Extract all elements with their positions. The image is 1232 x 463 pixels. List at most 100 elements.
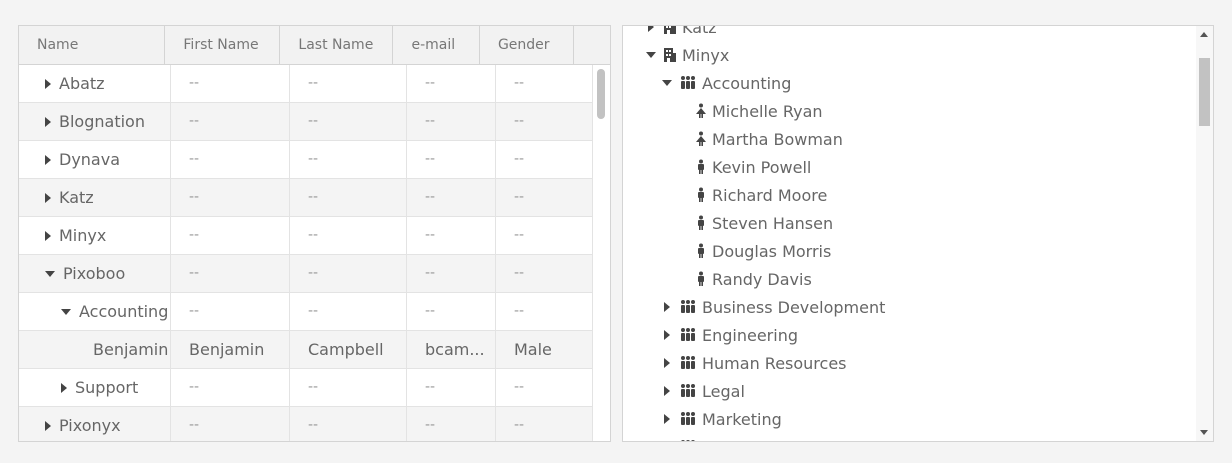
tree-node[interactable]: Marketing (661, 405, 782, 433)
gender-cell[interactable]: -- (496, 179, 593, 216)
email-cell[interactable]: -- (407, 407, 496, 441)
tree-node[interactable]: Human Resources (661, 349, 847, 377)
last-cell[interactable]: -- (290, 65, 407, 102)
first-cell[interactable]: -- (171, 293, 290, 330)
expand-arrow-icon[interactable] (661, 414, 673, 424)
gender-cell[interactable]: -- (496, 407, 593, 441)
table-row[interactable]: Pixoboo -- -- -- -- (19, 255, 610, 293)
name-cell[interactable]: Minyx (19, 217, 171, 254)
expand-arrow-right-icon[interactable] (45, 420, 51, 431)
table-row[interactable]: Minyx -- -- -- -- (19, 217, 610, 255)
collapse-arrow-icon[interactable] (661, 80, 673, 86)
gender-cell[interactable]: -- (496, 217, 593, 254)
gender-cell[interactable]: -- (496, 65, 593, 102)
gender-cell[interactable]: -- (496, 293, 593, 330)
table-row[interactable]: Accounting -- -- -- -- (19, 293, 610, 331)
table-row[interactable]: Abatz -- -- -- -- (19, 65, 610, 103)
expand-arrow-icon[interactable] (661, 330, 673, 340)
tree-node[interactable]: Business Development (661, 293, 885, 321)
column-header-name[interactable]: Name (19, 26, 166, 64)
first-cell[interactable]: -- (171, 217, 290, 254)
email-cell[interactable]: -- (407, 217, 496, 254)
first-cell[interactable]: -- (171, 179, 290, 216)
email-cell[interactable]: -- (407, 293, 496, 330)
tree-node[interactable]: Product Management (661, 433, 873, 441)
first-cell[interactable]: -- (171, 369, 290, 406)
name-cell[interactable]: Blognation (19, 103, 171, 140)
tree-node[interactable]: Steven Hansen (677, 209, 833, 237)
table-row[interactable]: Blognation -- -- -- -- (19, 103, 610, 141)
tree-scrollbar-thumb[interactable] (1199, 58, 1210, 126)
column-header-first-name[interactable]: First Name (165, 26, 281, 64)
scroll-up-arrow-icon[interactable] (1200, 32, 1208, 37)
gender-cell[interactable]: -- (496, 141, 593, 178)
last-cell[interactable]: -- (290, 141, 407, 178)
tree-node[interactable]: Richard Moore (677, 181, 827, 209)
table-row[interactable]: Benjamin CampbellBenjaminCampbellbcam...… (19, 331, 610, 369)
tree-node[interactable]: Legal (661, 377, 745, 405)
column-header-last-name[interactable]: Last Name (280, 26, 394, 64)
tree-node[interactable]: Minyx (645, 41, 729, 69)
email-cell[interactable]: -- (407, 65, 496, 102)
table-row[interactable]: Pixonyx -- -- -- -- (19, 407, 610, 441)
email-cell[interactable]: -- (407, 369, 496, 406)
tree-node[interactable]: Accounting (661, 69, 791, 97)
expand-arrow-right-icon[interactable] (45, 116, 51, 127)
gender-cell[interactable]: -- (496, 255, 593, 292)
email-cell[interactable]: -- (407, 179, 496, 216)
name-cell[interactable]: Accounting (19, 293, 171, 330)
expand-arrow-right-icon[interactable] (45, 78, 51, 89)
name-cell[interactable]: Dynava (19, 141, 171, 178)
email-cell[interactable]: -- (407, 255, 496, 292)
last-cell[interactable]: -- (290, 217, 407, 254)
column-header-email[interactable]: e-mail (393, 26, 480, 64)
tree-node[interactable]: Douglas Morris (677, 237, 831, 265)
first-cell[interactable]: -- (171, 65, 290, 102)
first-cell[interactable]: -- (171, 103, 290, 140)
tree-scrollbar[interactable] (1196, 26, 1213, 441)
expand-arrow-right-icon[interactable] (61, 382, 67, 393)
tree-node[interactable]: Michelle Ryan (677, 97, 823, 125)
expand-arrow-icon[interactable] (661, 386, 673, 396)
gender-cell[interactable]: Male (496, 331, 593, 368)
expand-arrow-icon[interactable] (661, 302, 673, 312)
column-header-gender[interactable]: Gender (480, 26, 574, 64)
scroll-down-arrow-icon[interactable] (1200, 430, 1208, 435)
last-cell[interactable]: -- (290, 369, 407, 406)
name-cell[interactable]: Pixonyx (19, 407, 171, 441)
table-row[interactable]: Dynava -- -- -- -- (19, 141, 610, 179)
name-cell[interactable]: Katz (19, 179, 171, 216)
last-cell[interactable]: -- (290, 255, 407, 292)
tree-node[interactable]: Randy Davis (677, 265, 812, 293)
expand-arrow-icon[interactable] (645, 26, 657, 32)
first-cell[interactable]: -- (171, 141, 290, 178)
gender-cell[interactable]: -- (496, 103, 593, 140)
table-row[interactable]: Support -- -- -- -- (19, 369, 610, 407)
expand-arrow-down-icon[interactable] (61, 308, 71, 315)
last-cell[interactable]: -- (290, 103, 407, 140)
last-cell[interactable]: -- (290, 407, 407, 441)
gender-cell[interactable]: -- (496, 369, 593, 406)
tree-node[interactable]: Engineering (661, 321, 798, 349)
last-cell[interactable]: -- (290, 293, 407, 330)
tree-node[interactable]: Kevin Powell (677, 153, 811, 181)
expand-arrow-right-icon[interactable] (45, 154, 51, 165)
first-cell[interactable]: -- (171, 255, 290, 292)
email-cell[interactable]: -- (407, 141, 496, 178)
name-cell[interactable]: Pixoboo (19, 255, 171, 292)
collapse-arrow-icon[interactable] (645, 52, 657, 58)
first-cell[interactable]: Benjamin (171, 331, 290, 368)
email-cell[interactable]: bcam... (407, 331, 496, 368)
expand-arrow-right-icon[interactable] (45, 192, 51, 203)
grid-scrollbar[interactable] (593, 65, 610, 441)
name-cell[interactable]: Support (19, 369, 171, 406)
tree-node[interactable]: Katz (645, 26, 717, 41)
first-cell[interactable]: -- (171, 407, 290, 441)
tree-node[interactable]: Martha Bowman (677, 125, 843, 153)
grid-scrollbar-thumb[interactable] (597, 69, 605, 119)
expand-arrow-down-icon[interactable] (45, 270, 55, 277)
last-cell[interactable]: -- (290, 179, 407, 216)
email-cell[interactable]: -- (407, 103, 496, 140)
table-row[interactable]: Katz -- -- -- -- (19, 179, 610, 217)
expand-arrow-right-icon[interactable] (45, 230, 51, 241)
